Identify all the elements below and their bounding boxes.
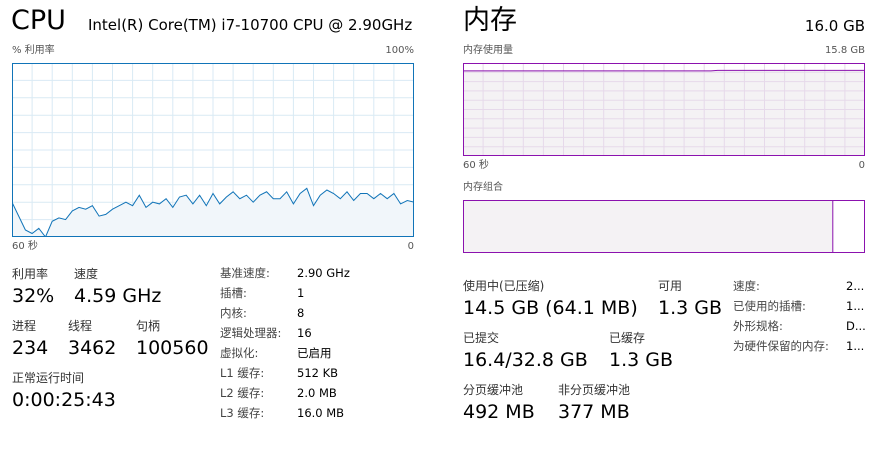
detail-value: 1... <box>846 299 865 313</box>
processes-label: 进程 <box>12 319 37 333</box>
cpu-graph-max: 100% <box>385 45 414 56</box>
uptime-label: 正常运行时间 <box>12 371 85 385</box>
detail-value: 16.0 MB <box>297 406 345 420</box>
cpu-time-left: 60 秒 <box>12 241 38 252</box>
memory-usage-max: 15.8 GB <box>824 45 865 56</box>
detail-label: 内核: <box>220 306 247 320</box>
memory-total: 16.0 GB <box>804 17 865 35</box>
available-value: 1.3 GB <box>658 297 723 319</box>
cpu-title: CPU <box>11 5 66 36</box>
cpu-model: Intel(R) Core(TM) i7-10700 CPU @ 2.90GHz <box>88 16 413 34</box>
threads-value: 3462 <box>68 337 117 359</box>
uptime-value: 0:00:25:43 <box>12 389 116 411</box>
detail-label: 已使用的插槽: <box>733 299 806 313</box>
detail-value: 8 <box>297 306 305 320</box>
available-label: 可用 <box>658 279 683 293</box>
detail-label: L2 缓存: <box>220 386 265 400</box>
nonpaged-pool-value: 377 MB <box>558 401 630 423</box>
speed-value: 4.59 GHz <box>74 285 162 307</box>
cpu-graph-label: % 利用率 <box>12 45 55 56</box>
memory-title: 内存 <box>463 5 517 36</box>
memory-usage-label: 内存使用量 <box>463 45 513 56</box>
nonpaged-pool-label: 非分页缓冲池 <box>558 383 631 397</box>
detail-label: 外形规格: <box>733 319 783 333</box>
speed-label: 速度 <box>74 267 99 281</box>
detail-value: 16 <box>297 326 312 340</box>
committed-label: 已提交 <box>463 331 500 345</box>
processes-value: 234 <box>12 337 49 359</box>
detail-value: 2.90 GHz <box>297 266 350 280</box>
cpu-time-right: 0 <box>407 241 414 252</box>
in-use-value: 14.5 GB (64.1 MB) <box>463 297 638 319</box>
detail-label: L3 缓存: <box>220 406 265 420</box>
threads-label: 线程 <box>68 319 93 333</box>
detail-label: L1 缓存: <box>220 366 265 380</box>
memory-usage-line <box>463 69 865 72</box>
cached-label: 已缓存 <box>609 331 646 345</box>
detail-label: 基准速度: <box>220 266 270 280</box>
detail-label: 插槽: <box>220 286 247 300</box>
memory-time-right: 0 <box>858 160 865 171</box>
detail-value: 2... <box>846 279 865 293</box>
in-use-label: 使用中(已压缩) <box>463 279 545 293</box>
handles-label: 句柄 <box>136 319 161 333</box>
cached-value: 1.3 GB <box>609 349 674 371</box>
detail-label: 虚拟化: <box>220 346 259 360</box>
composition-in-use <box>463 200 833 253</box>
detail-value: 已启用 <box>297 346 332 360</box>
detail-label: 速度: <box>733 279 760 293</box>
memory-composition-bar <box>463 200 865 253</box>
cpu-utilization-graph <box>12 63 414 237</box>
utilization-label: 利用率 <box>12 267 49 281</box>
paged-pool-label: 分页缓冲池 <box>463 383 524 397</box>
detail-value: 1... <box>846 339 865 353</box>
memory-usage-graph <box>463 63 865 156</box>
memory-time-left: 60 秒 <box>463 160 489 171</box>
detail-label: 为硬件保留的内存: <box>733 339 829 353</box>
detail-value: 2.0 MB <box>297 386 337 400</box>
paged-pool-value: 492 MB <box>463 401 535 423</box>
detail-label: 逻辑处理器: <box>220 326 282 340</box>
detail-value: 1 <box>297 286 305 300</box>
committed-value: 16.4/32.8 GB <box>463 349 588 371</box>
detail-value: 512 KB <box>297 366 339 380</box>
memory-composition-label: 内存组合 <box>463 182 503 193</box>
handles-value: 100560 <box>136 337 209 359</box>
utilization-value: 32% <box>12 285 55 307</box>
detail-value: D... <box>846 319 866 333</box>
